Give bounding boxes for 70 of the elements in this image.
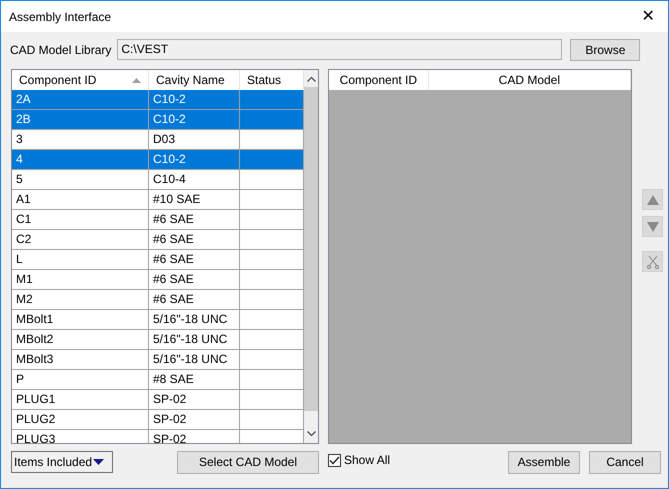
table-row[interactable]: MBolt2 5/16"-18 UNC	[12, 330, 304, 350]
table-cell: 5	[12, 170, 149, 190]
show-all-checkbox[interactable]: Show All	[328, 451, 390, 469]
table-cell: C10-4	[149, 170, 240, 190]
table-cell: PLUG1	[12, 390, 149, 410]
table-cell: #8 SAE	[149, 370, 240, 390]
caret-icon	[93, 459, 104, 465]
close-button[interactable]: ✕	[628, 1, 668, 32]
scroll-up-icon[interactable]	[306, 76, 316, 82]
table-cell: A1	[12, 190, 149, 210]
window-title: Assembly Interface	[9, 8, 112, 26]
table-cell: C1	[12, 210, 149, 230]
table-cell: #6 SAE	[149, 250, 240, 270]
scroll-down-icon[interactable]	[306, 431, 316, 437]
table-cell: SP-02	[149, 430, 240, 443]
table-cell: M2	[12, 290, 149, 310]
table-row[interactable]: 5 C10-4	[12, 170, 304, 190]
checkmark-icon	[329, 456, 340, 464]
table-row[interactable]: 2B C10-2	[12, 110, 304, 130]
scrollbar[interactable]	[304, 70, 318, 443]
table-row[interactable]: M2 #6 SAE	[12, 290, 304, 310]
table-row[interactable]: MBolt1 5/16"-18 UNC	[12, 310, 304, 330]
table-cell: #10 SAE	[149, 190, 240, 210]
table-cell: 2A	[12, 90, 149, 110]
table-row[interactable]: MBolt3 5/16"-18 UNC	[12, 350, 304, 370]
table-cell: PLUG3	[12, 430, 149, 443]
table-row[interactable]: 2A C10-2	[12, 90, 304, 110]
table-cell: C10-2	[149, 110, 240, 130]
triangle-up-icon	[646, 192, 660, 206]
table-row[interactable]: PLUG1 SP-02	[12, 390, 304, 410]
table-cell: #6 SAE	[149, 270, 240, 290]
filter-dropdown[interactable]: Items Included	[11, 451, 113, 473]
table-cell: 4	[12, 150, 149, 170]
select-cad-model-button[interactable]: Select CAD Model	[177, 450, 319, 474]
table-cell: C10-2	[149, 150, 240, 170]
table-cell: P	[12, 370, 149, 390]
table-row[interactable]: M1 #6 SAE	[12, 270, 304, 290]
table-row[interactable]: P #8 SAE	[12, 370, 304, 390]
table-row[interactable]: L #6 SAE	[12, 250, 304, 270]
browse-button[interactable]: Browse	[570, 38, 640, 60]
table-cell: M1	[12, 270, 149, 290]
column-header[interactable]: CAD Model	[428, 70, 631, 90]
table-row[interactable]: C1 #6 SAE	[12, 210, 304, 230]
dialog-button[interactable]: Cancel	[589, 450, 661, 474]
table-cell: #6 SAE	[149, 230, 240, 250]
table-row[interactable]: A1 #10 SAE	[12, 190, 304, 210]
column-header[interactable]: Component ID	[329, 70, 429, 90]
table-cell: L	[12, 250, 149, 270]
table-cell: 2B	[12, 110, 149, 130]
table-cell: #6 SAE	[149, 210, 240, 230]
table-cell: SP-02	[149, 410, 240, 430]
table-cell: #6 SAE	[149, 290, 240, 310]
triangle-down-icon	[646, 220, 660, 234]
table-cell: MBolt1	[12, 310, 149, 330]
table-row[interactable]: C2 #6 SAE	[12, 230, 304, 250]
table-row[interactable]: 4 C10-2	[12, 150, 304, 170]
table-cell: MBolt2	[12, 330, 149, 350]
field-label: CAD Model Library	[10, 42, 112, 58]
table-row[interactable]: PLUG2 SP-02	[12, 410, 304, 430]
table-cell: MBolt3	[12, 350, 149, 370]
table-cell: C10-2	[149, 90, 240, 110]
table-cell: 5/16"-18 UNC	[149, 350, 240, 370]
scissors-icon	[646, 254, 660, 268]
dialog-button[interactable]: Assemble	[508, 450, 580, 474]
path-field[interactable]: C:\VEST	[117, 39, 562, 60]
table-cell: C2	[12, 230, 149, 250]
table-cell: 5/16"-18 UNC	[149, 310, 240, 330]
table-cell: PLUG2	[12, 410, 149, 430]
table-cell: 5/16"-18 UNC	[149, 330, 240, 350]
table-cell: SP-02	[149, 390, 240, 410]
